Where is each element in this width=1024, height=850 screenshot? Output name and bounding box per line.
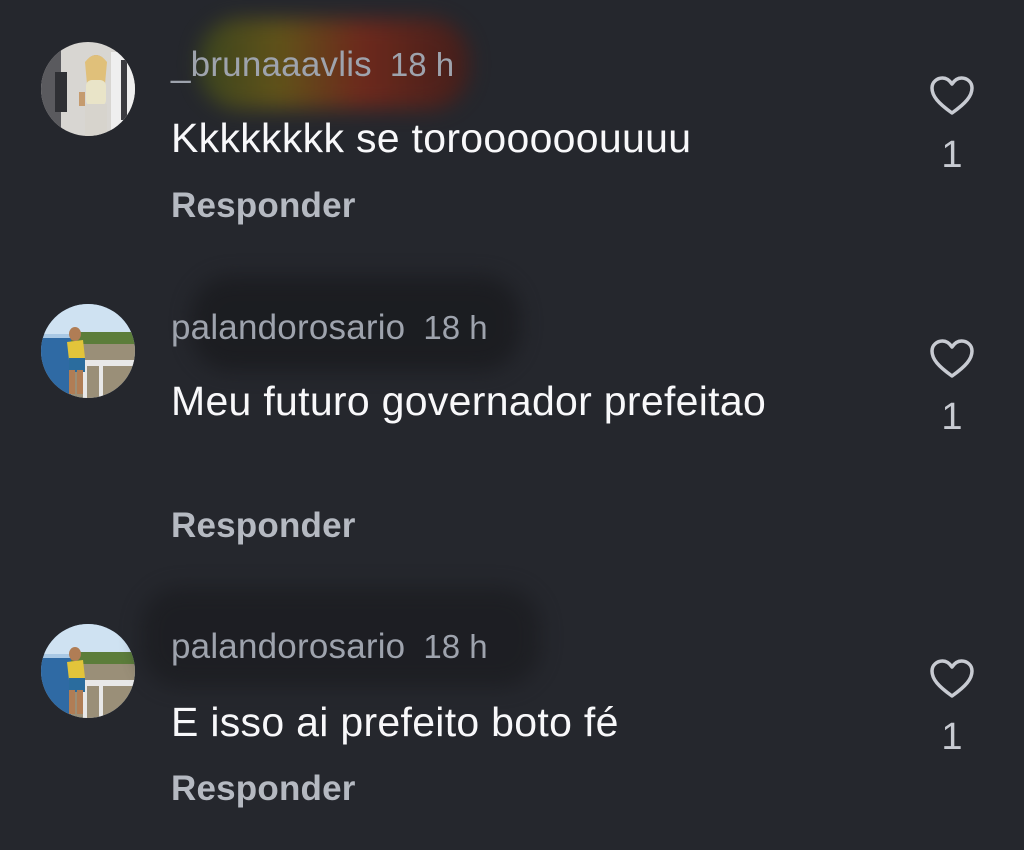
comment-text: E isso ai prefeito boto fé	[171, 699, 619, 745]
like-count: 1	[941, 716, 963, 758]
comment-timestamp: 18 h	[389, 46, 455, 83]
avatar[interactable]	[41, 304, 135, 398]
profile-photo-icon	[41, 42, 135, 136]
heart-outline-icon	[930, 339, 974, 378]
comment-text: Meu futuro governador prefeitao	[171, 378, 767, 424]
comment-item: palandorosario 18 h E isso ai prefeito b…	[0, 580, 1024, 840]
comment-item: palandorosario 18 h Meu futuro governado…	[0, 260, 1024, 580]
reply-button[interactable]: Responder	[171, 506, 356, 546]
like-button[interactable]	[928, 658, 976, 700]
like-button[interactable]	[928, 338, 976, 380]
heart-outline-icon	[930, 76, 974, 115]
heart-outline-icon	[930, 659, 974, 698]
reply-button[interactable]: Responder	[171, 186, 356, 226]
profile-photo-icon	[41, 624, 135, 718]
profile-photo-icon	[41, 304, 135, 398]
comment-username[interactable]: _brunaaavlis	[171, 45, 372, 85]
comment-timestamp: 18 h	[423, 628, 488, 665]
comment-text: Kkkkkkkk se toroooooouuuu	[171, 115, 692, 161]
comment-item: _brunaaavlis 18 h Kkkkkkkk se toroooooou…	[0, 0, 1024, 230]
avatar[interactable]	[41, 42, 135, 136]
like-count: 1	[941, 134, 963, 176]
like-count: 1	[941, 396, 963, 438]
like-button[interactable]	[928, 75, 976, 117]
comment-username[interactable]: palandorosario	[171, 627, 405, 667]
reply-button[interactable]: Responder	[171, 769, 356, 809]
comment-timestamp: 18 h	[423, 309, 488, 346]
comment-username[interactable]: palandorosario	[171, 308, 405, 348]
avatar[interactable]	[41, 624, 135, 718]
